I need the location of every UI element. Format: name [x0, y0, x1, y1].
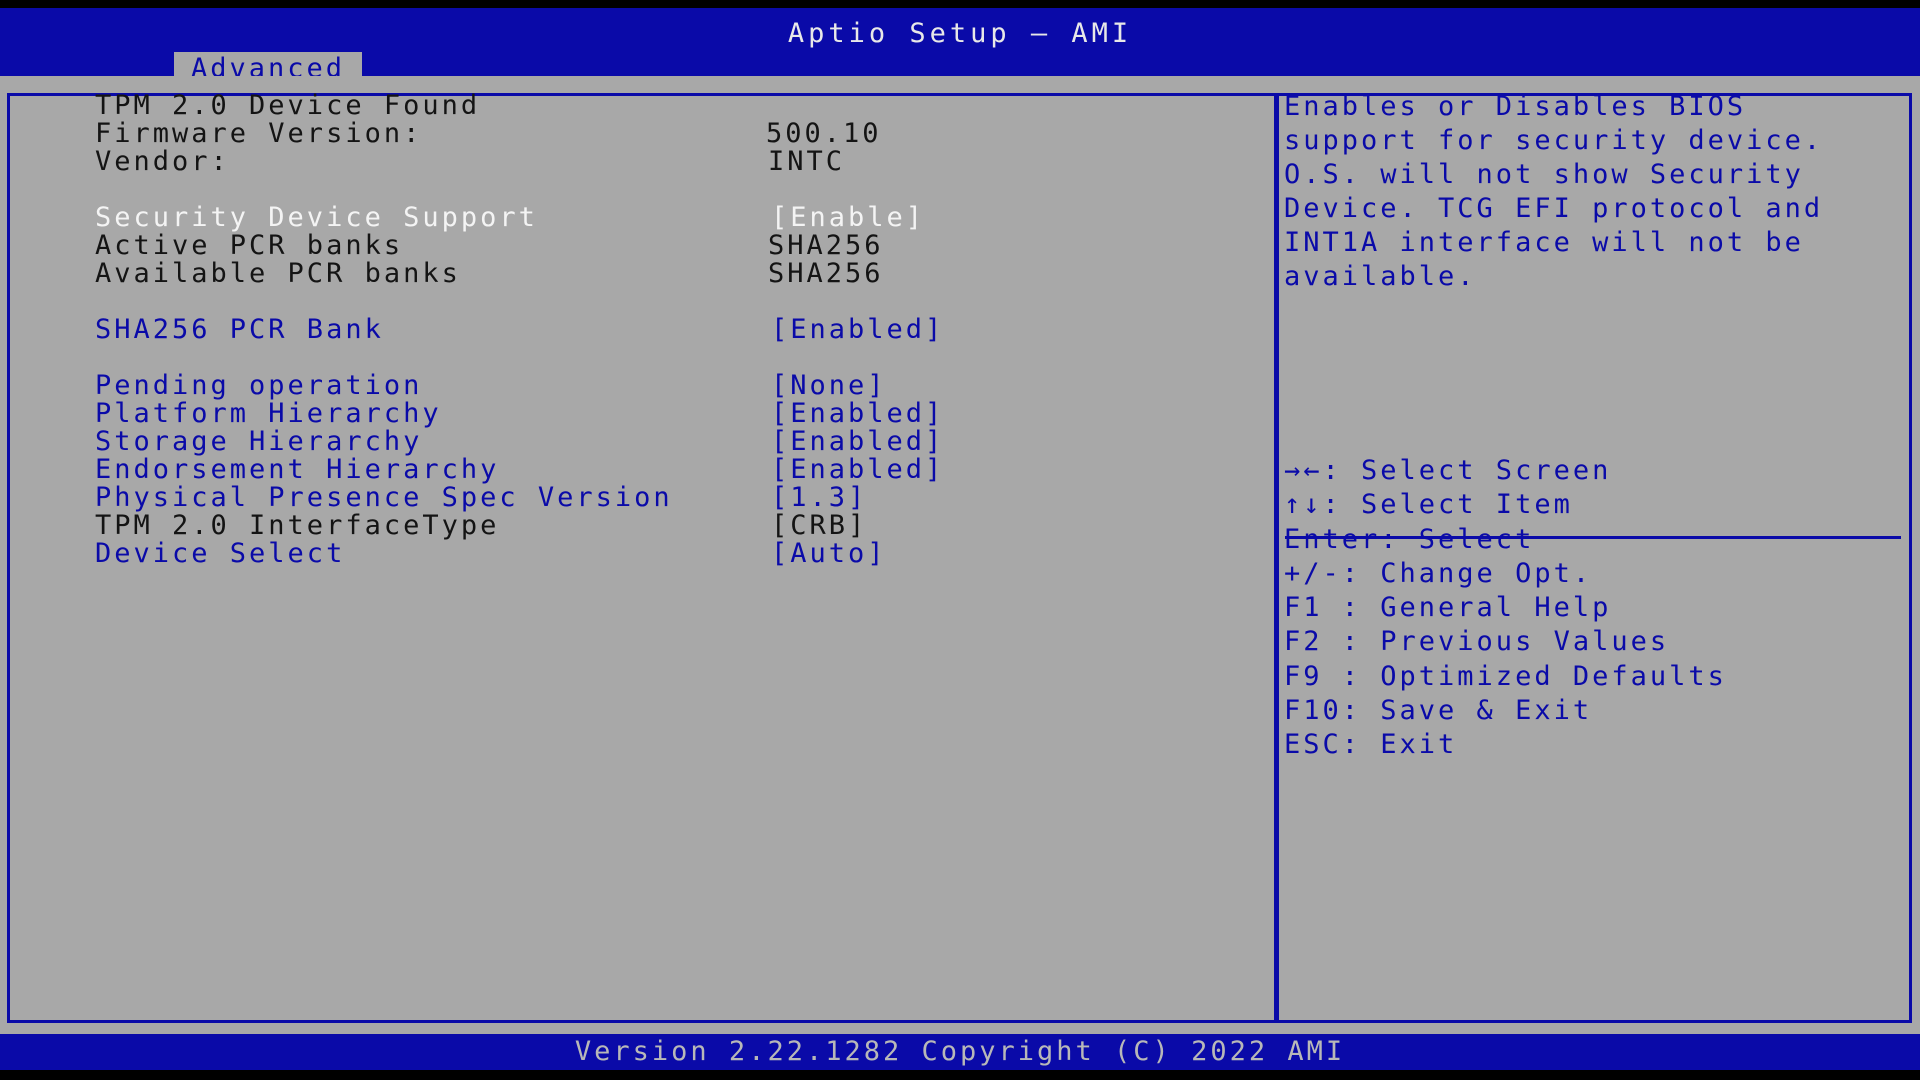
key-exit: ESC: Exit — [1284, 729, 1458, 761]
key-change-opt: +/-: Change Opt. — [1284, 557, 1593, 589]
key-save-exit: F10: Save & Exit — [1284, 695, 1593, 727]
key-previous-values: F2 : Previous Values — [1284, 626, 1670, 658]
main-area: TPM 2.0 Device Found Firmware Version: 5… — [0, 76, 1920, 1034]
device-select-value[interactable]: [Auto] — [771, 538, 887, 572]
key-general-help: F1 : General Help — [1284, 592, 1612, 624]
version-copyright: Version 2.22.1282 Copyright (C) 2022 AMI — [574, 1036, 1346, 1067]
status-bar: Version 2.22.1282 Copyright (C) 2022 AMI — [0, 1034, 1920, 1070]
available-pcr-banks-value: SHA256 — [768, 258, 884, 289]
sha256-pcr-bank-item[interactable]: SHA256 PCR Bank — [95, 314, 384, 348]
help-description: Enables or Disables BIOS support for sec… — [1284, 91, 1824, 292]
vendor-value: INTC — [768, 146, 846, 177]
key-optimized-defaults: F9 : Optimized Defaults — [1284, 660, 1727, 692]
vendor-label: Vendor: — [95, 146, 230, 177]
bios-screen: Aptio Setup – AMI Advanced TPM 2.0 Devic… — [0, 0, 1920, 1080]
device-select-item[interactable]: Device Select — [95, 538, 345, 572]
title-bar: Aptio Setup – AMI Advanced — [0, 8, 1920, 84]
sha256-pcr-bank-value[interactable]: [Enabled] — [771, 314, 944, 348]
app-title: Aptio Setup – AMI — [787, 18, 1133, 49]
key-select-screen: →←: Select Screen — [1284, 455, 1612, 486]
available-pcr-banks-label: Available PCR banks — [95, 258, 461, 289]
key-select-item: ↑↓: Select Item — [1284, 489, 1573, 521]
key-enter-select: Enter: Select — [1284, 523, 1535, 555]
key-legend: →←: Select Screen ↑↓: Select Item Enter:… — [1284, 454, 1727, 763]
